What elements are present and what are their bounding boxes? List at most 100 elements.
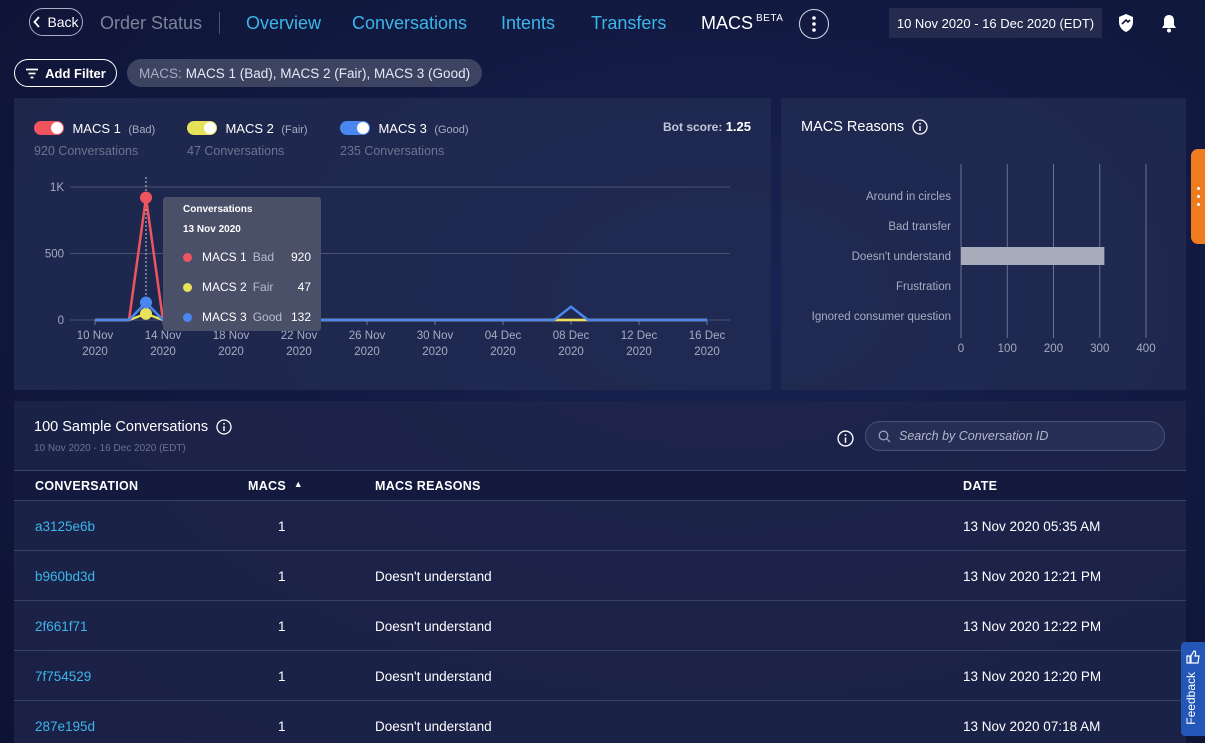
macs-score: 1 xyxy=(278,669,286,684)
add-filter-label: Add Filter xyxy=(45,65,106,81)
macs-score: 1 xyxy=(278,569,286,584)
conversation-date: 13 Nov 2020 07:18 AM xyxy=(963,719,1101,734)
category-label: Bad transfer xyxy=(888,221,951,233)
more-options-button[interactable] xyxy=(799,9,829,39)
table-row[interactable]: 7f754529 1 Doesn't understand 13 Nov 202… xyxy=(14,651,1186,701)
handle-dot xyxy=(1196,187,1200,190)
table-row[interactable]: b960bd3d 1 Doesn't understand 13 Nov 202… xyxy=(14,551,1186,601)
info-icon[interactable] xyxy=(216,419,232,435)
x-tick-label: 2020 xyxy=(218,346,244,358)
dot-icon xyxy=(183,282,192,292)
macs-score: 1 xyxy=(278,719,286,734)
category-label: Doesn't understand xyxy=(852,251,951,263)
data-point xyxy=(140,307,152,320)
macs-filter-chip[interactable]: MACS: MACS 1 (Bad), MACS 2 (Fair), MACS … xyxy=(127,59,483,87)
x-tick-label: 12 Dec xyxy=(621,330,658,342)
x-tick-label: 400 xyxy=(1136,343,1155,355)
macs-score: 1 xyxy=(278,519,286,534)
x-tick-label: 22 Nov xyxy=(281,330,318,342)
thumbs-up-icon xyxy=(1186,650,1200,664)
table-row[interactable]: a3125e6b 1 13 Nov 2020 05:35 AM xyxy=(14,501,1186,551)
tab-macs[interactable]: MACS BETA xyxy=(701,13,783,34)
macs-reasons-bar-chart[interactable]: 0 100 200 300 400 Around in circles Bad transf… xyxy=(781,98,1186,390)
table-header: CONVERSATION MACS ▲ MACS REASONS DATE xyxy=(14,470,1186,501)
conversation-date: 13 Nov 2020 05:35 AM xyxy=(963,519,1101,534)
dot-icon xyxy=(183,252,192,262)
conversation-id-link[interactable]: b960bd3d xyxy=(35,569,95,584)
tab-transfers[interactable]: Transfers xyxy=(591,13,666,34)
category-label: Ignored consumer question xyxy=(812,311,951,323)
tooltip-series-quality: Fair xyxy=(252,280,274,294)
x-tick-label: 2020 xyxy=(490,346,516,358)
feedback-button[interactable]: Feedback xyxy=(1181,642,1205,736)
conversation-id-link[interactable]: 7f754529 xyxy=(35,669,91,684)
bar xyxy=(961,247,1105,265)
tab-macs-label: MACS xyxy=(701,13,754,33)
shield-icon[interactable] xyxy=(1117,13,1135,38)
x-tick-label: 200 xyxy=(1044,343,1063,355)
data-point xyxy=(140,191,152,204)
column-header-macs-label: MACS xyxy=(248,479,287,493)
x-tick-label: 2020 xyxy=(354,346,380,358)
bell-icon[interactable] xyxy=(1160,13,1178,38)
info-icon[interactable] xyxy=(837,430,854,452)
macs-reasons-panel: MACS Reasons 0 100 200 300 400 Around in circ… xyxy=(781,98,1186,390)
side-panel-handle[interactable] xyxy=(1191,149,1205,244)
macs-line-chart[interactable]: 0 500 1K 10 Nov 2020 14 Nov 2020 18 Nov 2020 22 N… xyxy=(14,98,771,390)
x-tick-label: 10 Nov xyxy=(77,330,114,342)
macs-reasons: Doesn't understand xyxy=(375,719,492,734)
breadcrumb[interactable]: Order Status xyxy=(100,13,202,34)
search-input[interactable] xyxy=(899,429,1149,443)
x-tick-label: 2020 xyxy=(422,346,448,358)
x-tick-label: 0 xyxy=(958,343,964,355)
tab-intents[interactable]: Intents xyxy=(501,13,555,34)
x-tick-label: 100 xyxy=(998,343,1017,355)
back-button[interactable]: Back xyxy=(29,8,83,36)
tab-conversations[interactable]: Conversations xyxy=(352,13,467,34)
filter-chip-value: MACS 1 (Bad), MACS 2 (Fair), MACS 3 (Goo… xyxy=(185,65,471,81)
tooltip-series-value: 920 xyxy=(290,250,311,264)
conversation-date: 13 Nov 2020 12:20 PM xyxy=(963,669,1102,684)
conversation-id-link[interactable]: 287e195d xyxy=(35,719,95,734)
tooltip-series-quality: Bad xyxy=(252,250,275,264)
conversation-date: 13 Nov 2020 12:21 PM xyxy=(963,569,1102,584)
tooltip-series-value: 47 xyxy=(297,280,311,294)
top-nav: Back Order Status Overview Conversations… xyxy=(0,0,1205,48)
beta-badge: BETA xyxy=(756,13,784,24)
date-range-picker[interactable]: 10 Nov 2020 - 16 Dec 2020 (EDT) xyxy=(889,8,1102,38)
sample-conversations-panel: 100 Sample Conversations 10 Nov 2020 - 1… xyxy=(14,401,1186,743)
x-tick-label: 14 Nov xyxy=(145,330,182,342)
column-header-conversation[interactable]: CONVERSATION xyxy=(35,479,138,493)
search-icon xyxy=(878,430,891,442)
macs-reasons: Doesn't understand xyxy=(375,619,492,634)
column-header-macs[interactable]: MACS ▲ xyxy=(248,479,303,493)
category-label: Frustration xyxy=(896,281,951,293)
macs-reasons: Doesn't understand xyxy=(375,569,492,584)
x-tick-label: 300 xyxy=(1090,343,1109,355)
conversation-id-link[interactable]: 2f661f71 xyxy=(35,619,88,634)
back-label: Back xyxy=(47,14,79,30)
tooltip-series-name: MACS 3 xyxy=(202,310,247,324)
data-point xyxy=(140,296,152,309)
sort-ascending-icon: ▲ xyxy=(293,479,304,489)
tooltip-title: Conversations xyxy=(183,204,253,215)
tooltip-row-macs1: MACS 1 Bad 920 xyxy=(183,250,311,264)
search-box xyxy=(865,421,1165,451)
tab-overview[interactable]: Overview xyxy=(246,13,321,34)
tooltip-row-macs2: MACS 2 Fair 47 xyxy=(183,280,311,294)
category-label: Around in circles xyxy=(866,191,951,203)
add-filter-button[interactable]: Add Filter xyxy=(14,59,117,87)
chart-tooltip: Conversations 13 Nov 2020 MACS 1 Bad 920… xyxy=(163,197,321,331)
column-header-macs-reasons[interactable]: MACS REASONS xyxy=(375,479,481,493)
dot-icon xyxy=(183,312,192,322)
column-header-date[interactable]: DATE xyxy=(963,479,997,493)
table-row[interactable]: 287e195d 1 Doesn't understand 13 Nov 202… xyxy=(14,701,1186,743)
y-tick-label: 500 xyxy=(45,249,64,261)
table-row[interactable]: 2f661f71 1 Doesn't understand 13 Nov 202… xyxy=(14,601,1186,651)
tooltip-series-name: MACS 1 xyxy=(202,250,247,264)
handle-dot xyxy=(1196,203,1200,206)
x-tick-label: 04 Dec xyxy=(485,330,522,342)
x-tick-label: 08 Dec xyxy=(553,330,590,342)
conversation-id-link[interactable]: a3125e6b xyxy=(35,519,95,534)
tooltip-series-name: MACS 2 xyxy=(202,280,247,294)
